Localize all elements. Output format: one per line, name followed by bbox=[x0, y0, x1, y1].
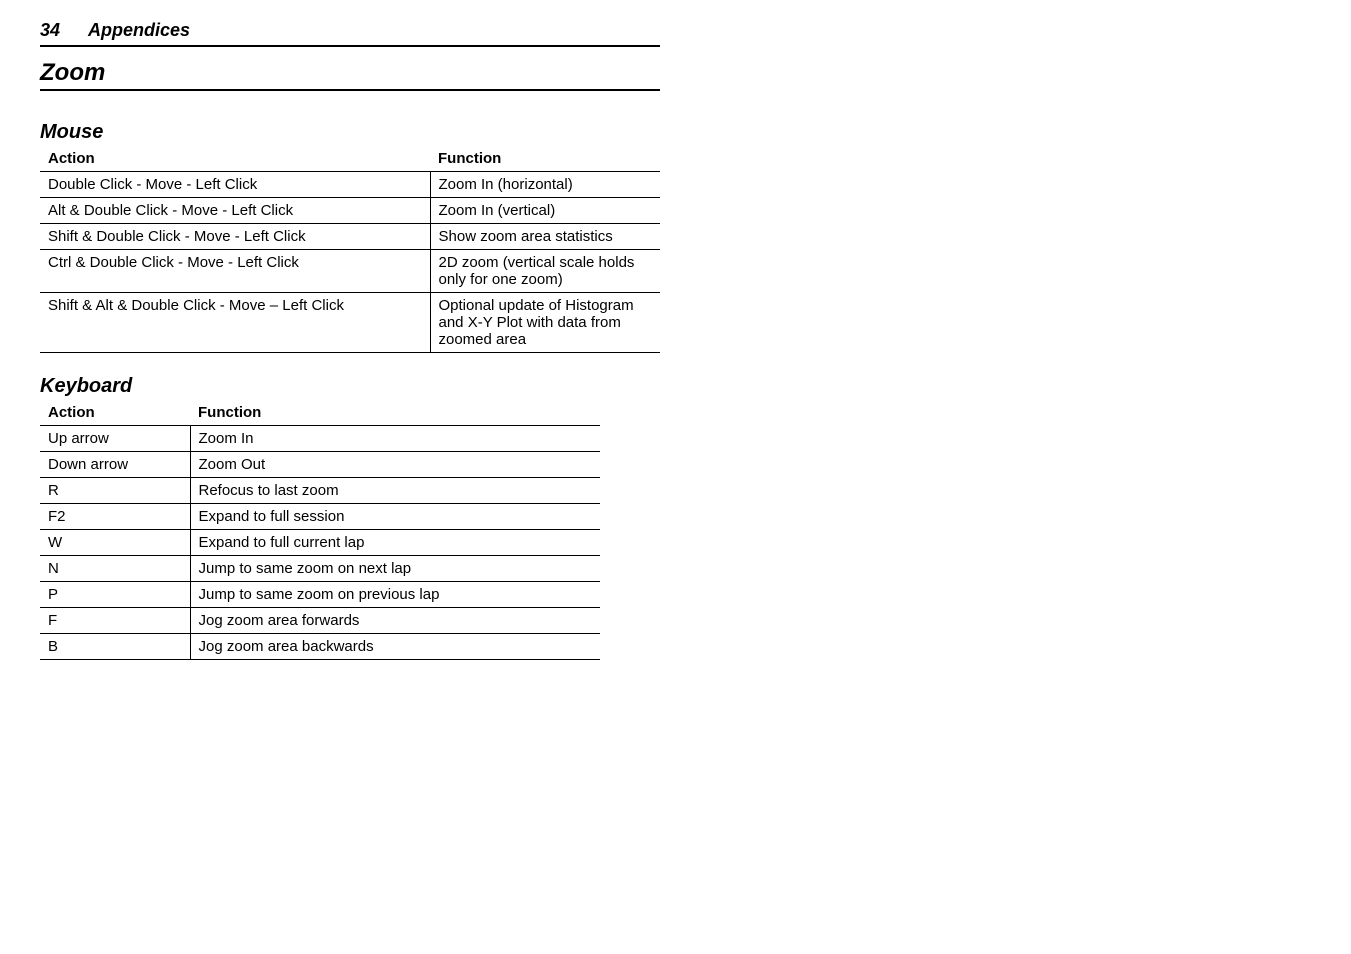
table-row: Shift & Alt & Double Click - Move – Left… bbox=[40, 293, 660, 353]
table-row: W Expand to full current lap bbox=[40, 530, 600, 556]
table-row: N Jump to same zoom on next lap bbox=[40, 556, 600, 582]
keyboard-heading: Keyboard bbox=[40, 375, 660, 398]
table-row: Shift & Double Click - Move - Left Click… bbox=[40, 224, 660, 250]
keyboard-action-cell: W bbox=[40, 530, 190, 556]
keyboard-function-cell: Jog zoom area forwards bbox=[190, 608, 600, 634]
mouse-function-cell: 2D zoom (vertical scale holds only for o… bbox=[430, 250, 660, 293]
mouse-function-cell: Zoom In (horizontal) bbox=[430, 172, 660, 198]
table-header-row: Action Function bbox=[40, 146, 660, 172]
table-row: Double Click - Move - Left Click Zoom In… bbox=[40, 172, 660, 198]
mouse-action-cell: Shift & Double Click - Move - Left Click bbox=[40, 224, 430, 250]
section-title: Zoom bbox=[40, 59, 660, 91]
keyboard-function-cell: Expand to full session bbox=[190, 504, 600, 530]
page-content: 34 Appendices Zoom Mouse Action Function… bbox=[0, 0, 700, 700]
keyboard-action-cell: Down arrow bbox=[40, 452, 190, 478]
keyboard-action-cell: R bbox=[40, 478, 190, 504]
table-row: Up arrow Zoom In bbox=[40, 426, 600, 452]
table-row: P Jump to same zoom on previous lap bbox=[40, 582, 600, 608]
table-row: F Jog zoom area forwards bbox=[40, 608, 600, 634]
mouse-function-cell: Show zoom area statistics bbox=[430, 224, 660, 250]
table-row: Alt & Double Click - Move - Left Click Z… bbox=[40, 198, 660, 224]
mouse-header-function: Function bbox=[430, 146, 660, 172]
keyboard-function-cell: Jump to same zoom on previous lap bbox=[190, 582, 600, 608]
mouse-action-cell: Shift & Alt & Double Click - Move – Left… bbox=[40, 293, 430, 353]
keyboard-function-cell: Refocus to last zoom bbox=[190, 478, 600, 504]
mouse-function-cell: Zoom In (vertical) bbox=[430, 198, 660, 224]
mouse-header-action: Action bbox=[40, 146, 430, 172]
table-row: B Jog zoom area backwards bbox=[40, 634, 600, 660]
mouse-action-cell: Double Click - Move - Left Click bbox=[40, 172, 430, 198]
keyboard-header-action: Action bbox=[40, 400, 190, 426]
mouse-table: Action Function Double Click - Move - Le… bbox=[40, 146, 660, 353]
page-header: 34 Appendices bbox=[40, 20, 660, 47]
keyboard-function-cell: Zoom Out bbox=[190, 452, 600, 478]
table-header-row: Action Function bbox=[40, 400, 600, 426]
keyboard-function-cell: Expand to full current lap bbox=[190, 530, 600, 556]
chapter-title: Appendices bbox=[88, 20, 190, 41]
table-row: R Refocus to last zoom bbox=[40, 478, 600, 504]
keyboard-function-cell: Jog zoom area backwards bbox=[190, 634, 600, 660]
keyboard-action-cell: P bbox=[40, 582, 190, 608]
mouse-function-cell: Optional update of Histogram and X-Y Plo… bbox=[430, 293, 660, 353]
table-row: Ctrl & Double Click - Move - Left Click … bbox=[40, 250, 660, 293]
keyboard-function-cell: Jump to same zoom on next lap bbox=[190, 556, 600, 582]
keyboard-table: Action Function Up arrow Zoom In Down ar… bbox=[40, 400, 600, 660]
keyboard-action-cell: F bbox=[40, 608, 190, 634]
keyboard-action-cell: B bbox=[40, 634, 190, 660]
keyboard-action-cell: N bbox=[40, 556, 190, 582]
mouse-heading: Mouse bbox=[40, 121, 660, 144]
page-number: 34 bbox=[40, 20, 60, 41]
keyboard-action-cell: Up arrow bbox=[40, 426, 190, 452]
table-row: Down arrow Zoom Out bbox=[40, 452, 600, 478]
keyboard-header-function: Function bbox=[190, 400, 600, 426]
keyboard-action-cell: F2 bbox=[40, 504, 190, 530]
keyboard-function-cell: Zoom In bbox=[190, 426, 600, 452]
mouse-action-cell: Alt & Double Click - Move - Left Click bbox=[40, 198, 430, 224]
mouse-action-cell: Ctrl & Double Click - Move - Left Click bbox=[40, 250, 430, 293]
table-row: F2 Expand to full session bbox=[40, 504, 600, 530]
